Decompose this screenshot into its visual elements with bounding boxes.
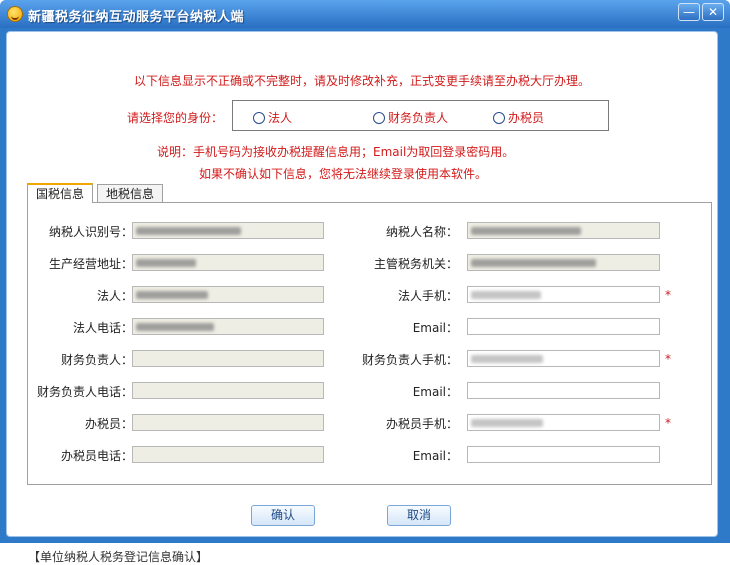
radio-circle-icon[interactable] [493, 111, 505, 124]
radio-circle-icon[interactable] [373, 111, 385, 124]
dialog-body: 以下信息显示不正确或不完整时，请及时修改补充，正式变更手续请至办税大厅办理。 请… [6, 31, 718, 537]
legal-person-label: 法人： [96, 289, 133, 303]
officer-mobile-input[interactable] [467, 414, 660, 431]
officer-email-label: Email： [412, 449, 458, 463]
radio-circle-icon[interactable] [253, 111, 265, 124]
radio-tax-officer[interactable]: 办税员 [493, 109, 544, 126]
app-logo-icon [7, 6, 23, 22]
identity-label: 请选择您的身份： [127, 111, 224, 125]
identity-radio-group: 法人 财务负责人 办税员 [232, 100, 609, 131]
main-window: 新疆税务征纳互动服务平台纳税人端 — ✕ 以下信息显示不正确或不完整时，请及时修… [0, 0, 730, 543]
minimize-button[interactable]: — [678, 3, 700, 21]
finance-email-input[interactable] [467, 382, 660, 399]
title-bar[interactable]: 新疆税务征纳互动服务平台纳税人端 — ✕ [0, 0, 730, 28]
tab-local-tax[interactable]: 地税信息 [97, 184, 164, 203]
required-mark: * [665, 352, 671, 366]
finance-manager-phone-label: 财务负责人电话： [36, 385, 133, 399]
tax-officer-field [132, 414, 324, 431]
finance-email-label: Email： [412, 385, 458, 399]
close-button[interactable]: ✕ [702, 3, 724, 21]
tax-officer-phone-label: 办税员电话： [60, 449, 133, 463]
tax-officer-label: 办税员： [84, 417, 133, 431]
tax-info-panel: 纳税人识别号： 生产经营地址： 法人： 法人电话： 财务负责人： 财务负责人电话… [27, 202, 712, 485]
officer-email-input[interactable] [467, 446, 660, 463]
legal-person-field [132, 286, 324, 303]
business-address-label: 生产经营地址： [48, 257, 133, 271]
taxpayer-id-field [132, 222, 324, 239]
cancel-button[interactable]: 取消 [387, 505, 451, 526]
taxpayer-name-label: 纳税人名称： [385, 225, 458, 239]
officer-mobile-label: 办税员手机： [385, 417, 458, 431]
instruction-text: 说明：手机号码为接收办税提醒信息用；Email为取回登录密码用。 [157, 145, 515, 159]
notice-text: 以下信息显示不正确或不完整时，请及时修改补充，正式变更手续请至办税大厅办理。 [133, 74, 590, 88]
finance-manager-phone-field [132, 382, 324, 399]
finance-mobile-input[interactable] [467, 350, 660, 367]
legal-email-input[interactable] [467, 318, 660, 335]
status-caption: 【单位纳税人税务登记信息确认】 [28, 550, 209, 564]
business-address-field [132, 254, 324, 271]
legal-email-label: Email： [412, 321, 458, 335]
radio-label: 法人 [268, 111, 293, 125]
taxpayer-name-field [467, 222, 660, 239]
finance-manager-label: 财务负责人： [60, 353, 133, 367]
legal-mobile-label: 法人手机： [397, 289, 458, 303]
tab-national-tax[interactable]: 国税信息 [27, 183, 94, 203]
finance-mobile-label: 财务负责人手机： [361, 353, 458, 367]
confirm-button[interactable]: 确认 [251, 505, 315, 526]
warning-text: 如果不确认如下信息，您将无法继续登录使用本软件。 [199, 167, 488, 181]
finance-manager-field [132, 350, 324, 367]
radio-label: 办税员 [508, 111, 545, 125]
window-title: 新疆税务征纳互动服务平台纳税人端 [28, 10, 245, 25]
radio-label: 财务负责人 [388, 111, 449, 125]
radio-legal-person[interactable]: 法人 [253, 109, 292, 126]
tax-authority-field [467, 254, 660, 271]
legal-mobile-input[interactable] [467, 286, 660, 303]
radio-finance-manager[interactable]: 财务负责人 [373, 109, 448, 126]
legal-person-phone-label: 法人电话： [72, 321, 133, 335]
tax-officer-phone-field [132, 446, 324, 463]
required-mark: * [665, 416, 671, 430]
taxpayer-id-label: 纳税人识别号： [48, 225, 133, 239]
tax-authority-label: 主管税务机关： [373, 257, 458, 271]
required-mark: * [665, 288, 671, 302]
legal-person-phone-field [132, 318, 324, 335]
